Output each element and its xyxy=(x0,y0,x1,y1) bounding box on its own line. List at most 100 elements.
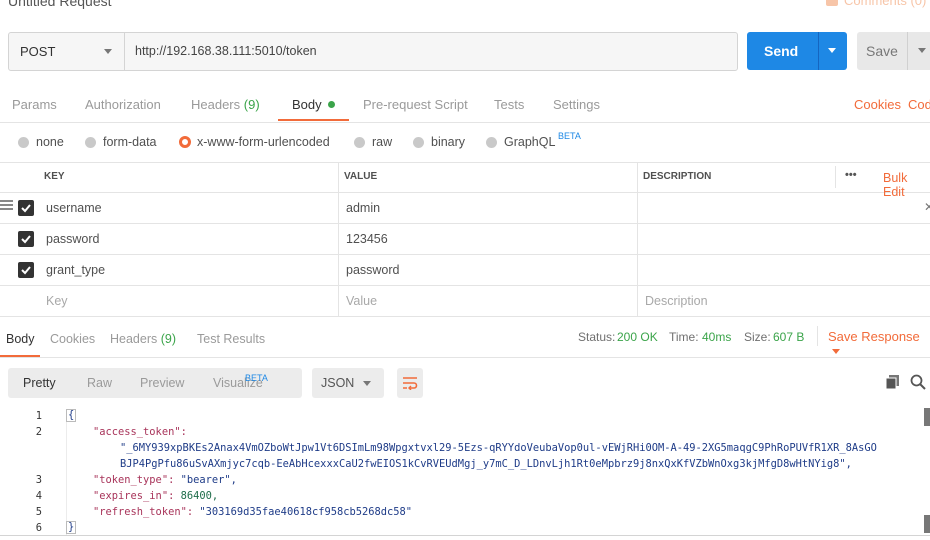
size-label: Size: xyxy=(744,330,771,344)
radio-form-data[interactable] xyxy=(85,137,96,148)
radio-form-data-label[interactable]: form-data xyxy=(103,135,157,149)
save-divider xyxy=(907,32,908,70)
beta-badge: BETA xyxy=(245,373,268,383)
json-key: "expires_in": xyxy=(93,490,175,502)
bulk-edit-link[interactable]: Bulk Edit xyxy=(883,171,930,199)
code-line: "refresh_token": "303169d35fae40618cf958… xyxy=(93,506,412,518)
tab-tests[interactable]: Tests xyxy=(494,97,524,112)
line-number: 5 xyxy=(35,506,42,518)
row-checkbox[interactable] xyxy=(18,231,34,247)
divider xyxy=(0,535,930,536)
time-label: Time: xyxy=(669,330,699,344)
comment-icon xyxy=(826,0,838,7)
copy-icon[interactable] xyxy=(885,374,901,390)
response-tab-body[interactable]: Body xyxy=(6,332,35,346)
tab-headers[interactable]: Headers (9) xyxy=(191,97,260,112)
tab-headers-count: (9) xyxy=(243,97,260,112)
cookies-link[interactable]: Cookies xyxy=(854,97,901,112)
save-label: Save xyxy=(866,43,898,59)
tab-headers-label: Headers xyxy=(191,97,241,112)
param-key[interactable]: username xyxy=(46,201,102,215)
scrollbar-thumb[interactable] xyxy=(924,515,930,533)
size-value: 607 B xyxy=(773,330,805,344)
new-value-input[interactable]: Value xyxy=(346,294,377,308)
chevron-down-icon xyxy=(104,49,112,54)
divider xyxy=(0,122,930,123)
radio-graphql-label[interactable]: GraphQL xyxy=(504,135,555,149)
tab-params[interactable]: Params xyxy=(12,97,57,112)
code-line: BJP4PgPfu86uSvAXmjyc7cqb-EeAbHcexxxCaU2f… xyxy=(120,458,852,470)
radio-binary-label[interactable]: binary xyxy=(431,135,465,149)
tab-body[interactable]: Body xyxy=(292,97,335,112)
view-raw-button[interactable]: Raw xyxy=(87,376,112,390)
code-link[interactable]: Code xyxy=(908,97,930,112)
method-label: POST xyxy=(20,44,56,59)
format-select[interactable]: JSON xyxy=(312,368,384,398)
response-tab-cookies[interactable]: Cookies xyxy=(50,332,95,346)
radio-binary[interactable] xyxy=(413,137,424,148)
new-description-input[interactable]: Description xyxy=(645,294,708,308)
drag-handle-icon[interactable] xyxy=(0,200,13,210)
column-divider xyxy=(835,166,836,188)
save-button[interactable]: Save xyxy=(857,32,930,70)
code-gutter xyxy=(66,409,67,535)
response-tab-headers[interactable]: Headers (9) xyxy=(110,332,176,346)
json-key: "refresh_token": xyxy=(93,506,194,518)
response-tab-headers-count: (9) xyxy=(160,332,177,346)
search-icon[interactable] xyxy=(910,374,926,390)
url-input[interactable]: http://192.168.38.111:5010/token xyxy=(135,44,317,58)
tab-prerequest-script[interactable]: Pre-request Script xyxy=(363,97,468,112)
tab-authorization[interactable]: Authorization xyxy=(85,97,161,112)
response-body-viewer[interactable]: 1 { 2 "access_token": "_6MY939xpBKEs2Ana… xyxy=(0,405,930,535)
chevron-down-icon xyxy=(832,349,840,354)
send-button[interactable]: Send xyxy=(747,32,847,70)
radio-urlencoded[interactable] xyxy=(179,136,191,148)
tab-settings[interactable]: Settings xyxy=(553,97,600,112)
divider xyxy=(817,326,818,346)
more-options-icon[interactable]: ••• xyxy=(845,169,857,181)
radio-raw[interactable] xyxy=(354,137,365,148)
table-border xyxy=(0,192,930,193)
url-bar: POST http://192.168.38.111:5010/token xyxy=(8,32,738,71)
code-line: "token_type": "bearer", xyxy=(93,474,237,486)
code-line: { xyxy=(66,409,77,422)
save-options-chevron-icon[interactable] xyxy=(918,48,926,53)
view-pretty-button[interactable]: Pretty xyxy=(23,376,56,390)
view-preview-button[interactable]: Preview xyxy=(140,376,184,390)
table-border xyxy=(0,285,930,286)
format-label: JSON xyxy=(321,376,355,390)
column-header-value: VALUE xyxy=(344,171,378,182)
save-response-button[interactable]: Save Response xyxy=(828,329,930,359)
column-header-key: KEY xyxy=(44,171,65,182)
param-value[interactable]: admin xyxy=(346,201,380,215)
radio-raw-label[interactable]: raw xyxy=(372,135,392,149)
radio-graphql[interactable] xyxy=(486,137,497,148)
scrollbar-thumb[interactable] xyxy=(924,408,930,426)
param-value[interactable]: password xyxy=(346,263,400,277)
row-checkbox[interactable] xyxy=(18,200,34,216)
send-options-chevron-icon[interactable] xyxy=(828,48,836,53)
delete-row-icon[interactable]: ✕ xyxy=(924,200,930,214)
method-select[interactable]: POST xyxy=(9,33,125,70)
wrap-lines-button[interactable] xyxy=(397,368,423,398)
radio-none-label[interactable]: none xyxy=(36,135,64,149)
radio-none[interactable] xyxy=(18,137,29,148)
param-key[interactable]: password xyxy=(46,232,100,246)
comments-label: Comments (0) xyxy=(844,0,927,8)
code-line: } xyxy=(66,521,77,534)
json-value: "303169d35fae40618cf958cb5268dc58" xyxy=(199,506,413,518)
response-tab-test-results[interactable]: Test Results xyxy=(197,332,265,346)
table-border xyxy=(0,254,930,255)
param-value[interactable]: 123456 xyxy=(346,232,388,246)
radio-urlencoded-label[interactable]: x-www-form-urlencoded xyxy=(197,135,330,149)
column-header-description: DESCRIPTION xyxy=(643,171,712,182)
line-number: 3 xyxy=(35,474,42,486)
comments-button[interactable]: Comments (0) xyxy=(826,0,926,8)
new-key-input[interactable]: Key xyxy=(46,294,68,308)
row-checkbox[interactable] xyxy=(18,262,34,278)
param-key[interactable]: grant_type xyxy=(46,263,105,277)
json-value: "bearer", xyxy=(180,474,237,486)
column-divider xyxy=(338,162,339,317)
json-key: "access_token": xyxy=(93,426,187,438)
response-tab-headers-label: Headers xyxy=(110,332,158,346)
